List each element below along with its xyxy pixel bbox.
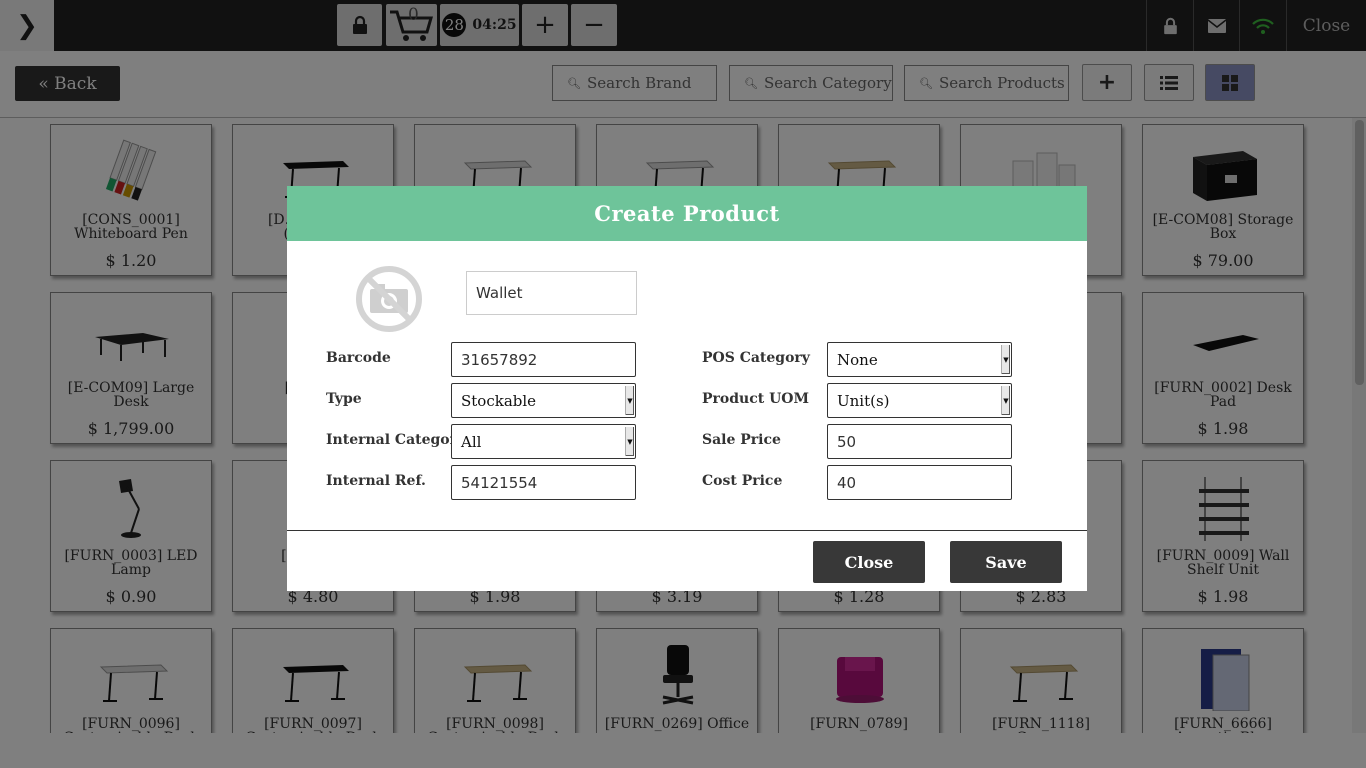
pos-category-label: POS Category [702, 350, 810, 366]
cost-price-label: Cost Price [702, 473, 783, 489]
type-select-value: Stockable [461, 391, 537, 410]
pos-category-select[interactable]: None ▼ [827, 342, 1012, 377]
internal-category-select-value: All [461, 432, 482, 451]
sale-price-input[interactable]: 50 [827, 424, 1012, 459]
save-button[interactable]: Save [950, 541, 1062, 583]
internal-category-label: Internal Category [326, 432, 466, 448]
barcode-label: Barcode [326, 350, 391, 366]
create-product-dialog: Create Product Wallet Barcode 31657892 T… [287, 186, 1087, 591]
type-select[interactable]: Stockable ▼ [451, 383, 636, 418]
dialog-divider [287, 530, 1087, 531]
dialog-title: Create Product [287, 186, 1087, 241]
type-label: Type [326, 391, 362, 407]
pos-category-select-value: None [837, 350, 878, 369]
product-name-input[interactable]: Wallet [466, 271, 637, 315]
internal-ref-input[interactable]: 54121554 [451, 465, 636, 500]
sale-price-label: Sale Price [702, 432, 781, 448]
dropdown-arrow-icon: ▼ [625, 386, 634, 415]
cost-price-input[interactable]: 40 [827, 465, 1012, 500]
dropdown-arrow-icon: ▼ [1001, 345, 1010, 374]
dropdown-arrow-icon: ▼ [1001, 386, 1010, 415]
no-image-icon[interactable] [346, 265, 432, 333]
product-uom-select-value: Unit(s) [837, 391, 890, 410]
product-uom-label: Product UOM [702, 391, 809, 407]
close-button[interactable]: Close [813, 541, 925, 583]
dropdown-arrow-icon: ▼ [625, 427, 634, 456]
barcode-input[interactable]: 31657892 [451, 342, 636, 377]
product-uom-select[interactable]: Unit(s) ▼ [827, 383, 1012, 418]
internal-ref-label: Internal Ref. [326, 473, 426, 489]
internal-category-select[interactable]: All ▼ [451, 424, 636, 459]
